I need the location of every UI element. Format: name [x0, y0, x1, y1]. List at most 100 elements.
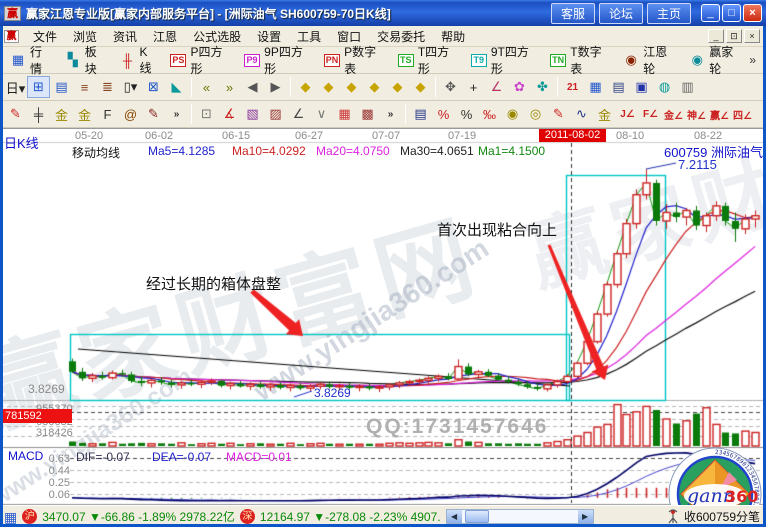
- toolbar3-gold-underline-button[interactable]: 金: [593, 103, 616, 125]
- toolbar2-hand-tool-button[interactable]: ✥: [439, 76, 462, 98]
- toolbar3-permille-line-button[interactable]: ‰: [478, 103, 501, 125]
- toolbar3-j-angle-button[interactable]: J∠: [616, 103, 639, 125]
- market-grid-icon[interactable]: ▦: [4, 510, 17, 524]
- chart-area: 赢家财富网 赢家财富网 www.yingjia360.com www.yingj…: [0, 128, 766, 505]
- toolbar2-pink-brain-tool-button[interactable]: ✿: [508, 76, 531, 98]
- toolbar3-wave-button[interactable]: ∿: [570, 103, 593, 125]
- toolbar3-box-tool-button[interactable]: ⊡: [195, 103, 218, 125]
- toolbar2-mini-chart-9-button[interactable]: ≣: [96, 76, 119, 98]
- window-title: 赢家江恩专业版[赢家内部服务平台] - [洲际油气 SH600759-70日K线…: [26, 5, 391, 22]
- toolbar2-prev-bar-button[interactable]: ◀: [241, 76, 264, 98]
- toolbar2-candle-style-button[interactable]: ▯▾: [119, 76, 142, 98]
- scrollbar-track[interactable]: [462, 510, 578, 523]
- toolbar2-separator: [290, 77, 291, 97]
- toolbar3-overflow-a-button[interactable]: »: [165, 103, 188, 125]
- toolbar2-diamond-right-button[interactable]: ◆: [363, 76, 386, 98]
- toolbar1-p-square-button[interactable]: PSP四方形: [164, 41, 238, 79]
- homepage-button[interactable]: 主页: [647, 3, 691, 24]
- toolbar1-kline-button[interactable]: ╫K线: [113, 43, 164, 78]
- t-square-icon: TS: [398, 54, 414, 67]
- toolbar2-diamond-expand-button[interactable]: ◆: [294, 76, 317, 98]
- toolbar3-si-angle-button[interactable]: 四∠: [731, 103, 754, 125]
- scrollbar-thumb[interactable]: [465, 510, 489, 523]
- toolbar2-diamond-shrink-button[interactable]: ◆: [317, 76, 340, 98]
- close-button[interactable]: ×: [743, 4, 762, 22]
- toolbar2-next-bar-button[interactable]: ▶: [264, 76, 287, 98]
- toolbar2-diamond-left-button[interactable]: ◆: [340, 76, 363, 98]
- toolbar1-p-table-button[interactable]: PNP数字表: [318, 41, 392, 79]
- toolbar3-f-angle-button[interactable]: F∠: [639, 103, 662, 125]
- toolbar1-9t-square-button[interactable]: T99T四方形: [465, 41, 544, 79]
- customer-service-button[interactable]: 客服: [551, 3, 595, 24]
- toolbar3-red-grid-2-button[interactable]: ▩: [356, 103, 379, 125]
- toolbar2-mini-chart-3-button[interactable]: ≡: [73, 76, 96, 98]
- toolbar3-shen-angle-button[interactable]: 神∠: [685, 103, 708, 125]
- sectors-icon: ▚: [65, 53, 81, 68]
- toolbar1-quotes-button[interactable]: ▦行情: [4, 41, 59, 79]
- toolbar3-box-fan-2-button[interactable]: ▨: [264, 103, 287, 125]
- toolbar3-marker-pen-button[interactable]: ✎: [547, 103, 570, 125]
- toolbar1-gann-wheel-button[interactable]: ◉江恩轮: [617, 41, 683, 79]
- toolbar2-quote-board-button[interactable]: ▤: [50, 76, 73, 98]
- toolbar2-notebook-button[interactable]: ▤: [607, 76, 630, 98]
- toolbar3-overflow-b-button[interactable]: »: [379, 103, 402, 125]
- kline-chart-canvas[interactable]: [0, 129, 766, 505]
- annotation-box-consolidation: 经过长期的箱体盘整: [146, 273, 281, 294]
- toolbar3-gold-section-button[interactable]: ◎: [524, 103, 547, 125]
- toolbar2-angle-tool-button[interactable]: ∠: [485, 76, 508, 98]
- toolbar3-separator: [405, 104, 406, 124]
- toolbar1-winner-wheel-button[interactable]: ◉赢家轮: [683, 41, 749, 79]
- shanghai-icon: 沪: [22, 509, 37, 524]
- toolbar2-goto-first-button[interactable]: «: [195, 76, 218, 98]
- toolbar3-box-fan-1-button[interactable]: ▧: [241, 103, 264, 125]
- toolbar2-diamond-down-button[interactable]: ◆: [409, 76, 432, 98]
- toolbar3-red-grid-1-button[interactable]: ▦: [333, 103, 356, 125]
- maximize-button[interactable]: □: [722, 4, 741, 22]
- toolbar3-f-ruler-button[interactable]: F: [96, 103, 119, 125]
- toolbar2-window-overlay-button[interactable]: ⊠: [142, 76, 165, 98]
- scroll-right-arrow[interactable]: ▶: [578, 510, 593, 523]
- toolbar2-net-pc-button[interactable]: ◍: [653, 76, 676, 98]
- 9p-square-icon: P9: [244, 54, 260, 67]
- toolbar3-brush-button[interactable]: ✎: [4, 103, 27, 125]
- toolbar3-angle-lines-button[interactable]: ∠: [287, 103, 310, 125]
- toolbar3-gold-grid-1-button[interactable]: 金: [50, 103, 73, 125]
- toolbar2-save-button[interactable]: ▣: [630, 76, 653, 98]
- toolbar1-t-table-button[interactable]: TNT数字表: [544, 41, 617, 79]
- toolbar3-percent-fan-button[interactable]: %: [432, 103, 455, 125]
- toolbar2-crosshair-tool-button[interactable]: +: [462, 76, 485, 98]
- toolbar2-color-mountain-button[interactable]: ◣: [165, 76, 188, 98]
- p-square-icon: PS: [170, 54, 186, 67]
- toolbar3-gold-angle-button[interactable]: 金∠: [662, 103, 685, 125]
- toolbar3-gold-grid-2-button[interactable]: 金: [73, 103, 96, 125]
- toolbar3-pen-ruler-button[interactable]: ✎: [142, 103, 165, 125]
- chart-scrollbar[interactable]: ◀ ▶: [446, 509, 594, 524]
- toolbar2-diamond-up-button[interactable]: ◆: [386, 76, 409, 98]
- toolbar1-9p-square-button[interactable]: P99P四方形: [238, 41, 318, 79]
- toolbar1-t-table-label: T数字表: [570, 43, 611, 77]
- minimize-button[interactable]: _: [701, 4, 720, 22]
- toolbar1-t-square-button[interactable]: TST四方形: [392, 41, 465, 79]
- toolbar3-spiral-button[interactable]: @: [119, 103, 142, 125]
- toolbar3-gold-circle-button[interactable]: ◉: [501, 103, 524, 125]
- toolbar1-sectors-button[interactable]: ▚板块: [59, 41, 114, 79]
- toolbar2-period-day-button[interactable]: 日▾: [4, 76, 27, 98]
- toolbar2-goto-last-button[interactable]: »: [218, 76, 241, 98]
- toolbar3-win-angle-button[interactable]: 赢∠: [708, 103, 731, 125]
- toolbar3-percent-button[interactable]: %: [455, 103, 478, 125]
- toolbar2-calculator-button[interactable]: ▦: [584, 76, 607, 98]
- toolbar2-chart-layout-button[interactable]: ⊞: [27, 76, 50, 98]
- toolbar1-overflow-chevron[interactable]: »: [749, 53, 762, 67]
- toolbar3-grid-ruler-button[interactable]: ╪: [27, 103, 50, 125]
- cursor-date-badge: 2011-08-02: [539, 129, 606, 142]
- toolbar3-gann-fan-button[interactable]: ∡: [218, 103, 241, 125]
- toolbar3-v-lines-button[interactable]: ∨: [310, 103, 333, 125]
- volume-axis-3: 318426: [36, 427, 73, 439]
- toolbar3-price-table-button[interactable]: ▤: [409, 103, 432, 125]
- scroll-left-arrow[interactable]: ◀: [447, 510, 462, 523]
- macd-axis-3: 0.25: [40, 477, 70, 489]
- toolbar2-calendar-button[interactable]: 21: [561, 76, 584, 98]
- toolbar2-teal-brain-tool-button[interactable]: ✤: [531, 76, 554, 98]
- forum-button[interactable]: 论坛: [599, 3, 643, 24]
- toolbar2-pc-button[interactable]: ▥: [676, 76, 699, 98]
